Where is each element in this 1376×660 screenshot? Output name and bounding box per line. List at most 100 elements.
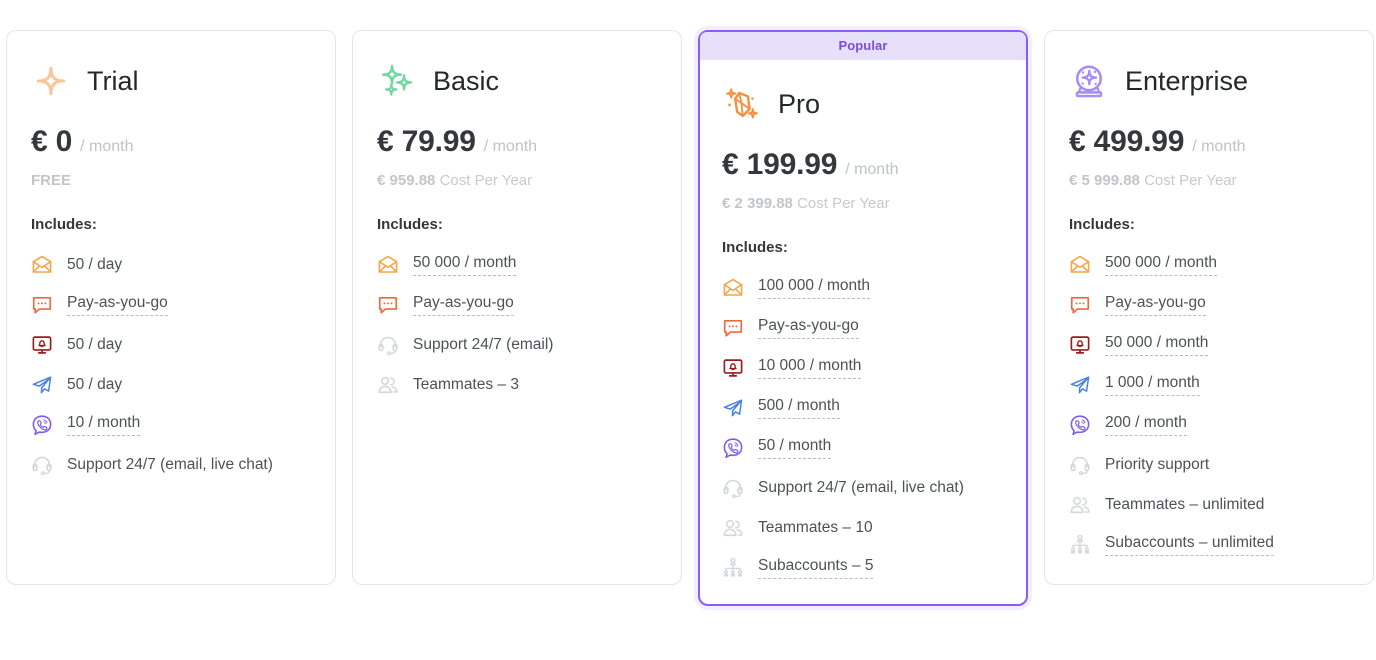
gem-icon xyxy=(722,84,762,124)
feature-label[interactable]: 10 000 / month xyxy=(758,357,862,379)
plan-card-trial[interactable]: Trial € 0 / month FREE Includes: 50 / day Pay-… xyxy=(6,30,336,585)
viber-icon xyxy=(1069,414,1091,436)
price-sub-amount: € 959.88 xyxy=(377,172,436,189)
price-subtext: € 2 399.88 Cost Per Year xyxy=(722,195,1004,213)
feature-label[interactable]: Pay-as-you-go xyxy=(758,317,859,339)
includes-label: Includes: xyxy=(1069,216,1135,233)
plan-price: € 199.99 / month xyxy=(722,148,1004,182)
feature-item: 100 000 / month xyxy=(722,268,1004,308)
feature-label: Teammates – 3 xyxy=(413,375,519,393)
plan-price: € 0 / month xyxy=(31,125,311,159)
feature-label[interactable]: Subaccounts – unlimited xyxy=(1105,534,1274,556)
feature-item: Priority support xyxy=(1069,445,1349,485)
price-period: / month xyxy=(845,161,899,178)
email-icon xyxy=(31,254,53,276)
feature-label: 50 / day xyxy=(67,335,123,353)
plan-header: Trial xyxy=(31,59,311,103)
price-amount: € 199.99 xyxy=(722,148,838,181)
feature-item: Subaccounts – unlimited xyxy=(1069,525,1349,565)
price-period: / month xyxy=(80,138,134,155)
support-icon xyxy=(722,477,744,499)
plan-name: Enterprise xyxy=(1125,65,1249,96)
sparkle-single-icon xyxy=(31,61,71,101)
feature-label[interactable]: 200 / month xyxy=(1105,414,1187,436)
viber-icon xyxy=(31,414,53,436)
feature-item: Pay-as-you-go xyxy=(31,285,311,325)
feature-label: Support 24/7 (email) xyxy=(413,335,554,353)
feature-label: Priority support xyxy=(1105,455,1210,473)
sms-icon xyxy=(1069,294,1091,316)
price-amount: € 499.99 xyxy=(1069,125,1185,158)
feature-item: Support 24/7 (email, live chat) xyxy=(722,468,1004,508)
plan-card-basic[interactable]: Basic € 79.99 / month € 959.88 Cost Per Yea… xyxy=(352,30,682,585)
feature-item: 50 / month xyxy=(722,428,1004,468)
web-push-icon xyxy=(722,357,744,379)
feature-label[interactable]: 100 000 / month xyxy=(758,277,871,299)
feature-list: 500 000 / month Pay-as-you-go 50 000 / mon… xyxy=(1069,245,1349,565)
sms-icon xyxy=(722,317,744,339)
feature-item: 50 000 / month xyxy=(1069,325,1349,365)
feature-label: 50 / day xyxy=(67,375,123,393)
plan-card-body: Enterprise € 499.99 / month € 5 999.88 Cost… xyxy=(1045,59,1373,565)
pricing-plans-grid: Trial € 0 / month FREE Includes: 50 / day Pay-… xyxy=(0,0,1376,606)
feature-item: 500 000 / month xyxy=(1069,245,1349,285)
plan-header: Pro xyxy=(722,82,1004,126)
feature-item: Support 24/7 (email) xyxy=(377,325,657,365)
feature-item: Pay-as-you-go xyxy=(722,308,1004,348)
plan-card-body: Basic € 79.99 / month € 959.88 Cost Per Yea… xyxy=(353,59,681,405)
email-icon xyxy=(722,277,744,299)
plan-header: Basic xyxy=(377,59,657,103)
feature-label[interactable]: 50 000 / month xyxy=(1105,334,1209,356)
feature-item: Pay-as-you-go xyxy=(1069,285,1349,325)
plan-header: Enterprise xyxy=(1069,59,1349,103)
includes-label: Includes: xyxy=(722,239,788,256)
feature-label[interactable]: Pay-as-you-go xyxy=(413,294,514,316)
feature-label[interactable]: 50 / month xyxy=(758,437,832,459)
includes-label: Includes: xyxy=(377,216,443,233)
feature-list: 100 000 / month Pay-as-you-go 10 000 / mon… xyxy=(722,268,1004,588)
support-icon xyxy=(1069,454,1091,476)
feature-label[interactable]: 500 / month xyxy=(758,397,840,419)
price-sub-amount: € 2 399.88 xyxy=(722,195,793,212)
feature-label[interactable]: 500 000 / month xyxy=(1105,254,1218,276)
plan-price: € 499.99 / month xyxy=(1069,125,1349,159)
price-subtext: € 959.88 Cost Per Year xyxy=(377,172,657,190)
teammates-icon xyxy=(1069,494,1091,516)
feature-label[interactable]: Subaccounts – 5 xyxy=(758,557,874,579)
feature-label: Support 24/7 (email, live chat) xyxy=(758,478,964,496)
includes-label: Includes: xyxy=(31,216,97,233)
plan-card-enterprise[interactable]: Enterprise € 499.99 / month € 5 999.88 Cost… xyxy=(1044,30,1374,585)
feature-label[interactable]: Pay-as-you-go xyxy=(67,294,168,316)
feature-item: 50 / day xyxy=(31,325,311,365)
price-amount: € 79.99 xyxy=(377,125,476,158)
price-sub-amount: € 5 999.88 xyxy=(1069,172,1140,189)
feature-list: 50 / day Pay-as-you-go 50 / day 50 / day 10 … xyxy=(31,245,311,485)
feature-item: Subaccounts – 5 xyxy=(722,548,1004,588)
telegram-icon xyxy=(722,397,744,419)
feature-item: 1 000 / month xyxy=(1069,365,1349,405)
crystal-ball-icon xyxy=(1069,61,1109,101)
feature-item: 50 000 / month xyxy=(377,245,657,285)
plan-name: Pro xyxy=(778,88,821,119)
feature-label: Support 24/7 (email, live chat) xyxy=(67,455,273,473)
popular-badge: Popular xyxy=(700,32,1026,60)
feature-label: Teammates – 10 xyxy=(758,518,873,536)
plan-card-body: Pro € 199.99 / month € 2 399.88 Cost Per Ye… xyxy=(700,82,1026,588)
feature-item: 50 / day xyxy=(31,245,311,285)
price-sub-label: Cost Per Year xyxy=(439,172,533,189)
telegram-icon xyxy=(1069,374,1091,396)
feature-label[interactable]: Pay-as-you-go xyxy=(1105,294,1206,316)
feature-item: 200 / month xyxy=(1069,405,1349,445)
price-period: / month xyxy=(1192,138,1246,155)
feature-label[interactable]: 50 000 / month xyxy=(413,254,517,276)
feature-list: 50 000 / month Pay-as-you-go Support 24/7 … xyxy=(377,245,657,405)
sparkle-triple-icon xyxy=(377,61,417,101)
feature-label[interactable]: 1 000 / month xyxy=(1105,374,1200,396)
plan-name: Basic xyxy=(433,65,500,96)
feature-item: Teammates – 10 xyxy=(722,508,1004,548)
feature-label[interactable]: 10 / month xyxy=(67,414,141,436)
feature-item: Pay-as-you-go xyxy=(377,285,657,325)
plan-card-pro[interactable]: Popular Pro € 199.99 / month € 2 399.88 Cost… xyxy=(698,30,1028,606)
viber-icon xyxy=(722,437,744,459)
feature-item: 10 000 / month xyxy=(722,348,1004,388)
